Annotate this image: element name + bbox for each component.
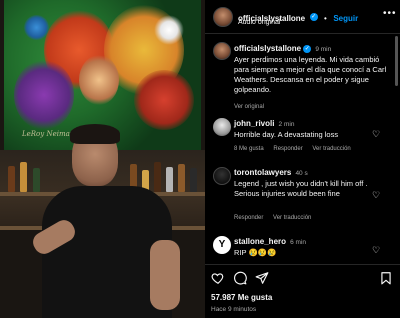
comment-item: torontolawyers 40 s Legend , just wish y… [205, 167, 395, 227]
painting-signature: LeRoy Neiman [22, 130, 75, 138]
verified-badge-icon: ✓ [303, 45, 312, 54]
comment-like-heart-icon[interactable]: ♡ [372, 246, 381, 255]
post-timestamp: Hace 9 minutos [211, 306, 257, 313]
caption-time: 9 min [315, 46, 332, 53]
comment-likes[interactable]: 8 Me gusta [234, 146, 264, 152]
comment-time: 40 s [295, 170, 308, 177]
post-video[interactable]: LeRoy Neiman [0, 0, 205, 318]
comment-time: 6 min [290, 239, 307, 246]
comment-author[interactable]: torontolawyers [234, 168, 291, 177]
reply-button[interactable]: Responder [273, 146, 302, 152]
comments-list[interactable]: officialslystallone ✓ 9 min Ayer perdimo… [205, 36, 400, 259]
comment-time: 2 min [278, 121, 295, 128]
post-panel: officialslystallone ✓ • Seguir Audio ori… [205, 0, 400, 318]
caption-author[interactable]: officialslystallone [234, 44, 301, 53]
comments-scrollbar[interactable] [395, 36, 398, 86]
comment-text: RIP 😢😢😢 [234, 248, 277, 257]
comment-item: john_rivoli 2 min Horrible day. A devast… [205, 118, 395, 158]
caption-text: Ayer perdimos una leyenda. Mi vida cambi… [234, 55, 387, 94]
commenter-avatar[interactable]: Y [213, 236, 231, 254]
caption-item: officialslystallone ✓ 9 min Ayer perdimo… [205, 42, 395, 114]
comment-author[interactable]: john_rivoli [234, 119, 274, 128]
commenter-avatar[interactable] [213, 167, 231, 185]
translate-button[interactable]: Ver traducción [273, 215, 311, 221]
comment-icon[interactable] [233, 271, 247, 285]
see-original-link[interactable]: Ver original [234, 104, 264, 110]
translate-button[interactable]: Ver traducción [312, 146, 350, 152]
audio-label[interactable]: Audio original [238, 19, 280, 26]
verified-badge-icon: ✓ [309, 12, 318, 21]
like-heart-icon[interactable] [211, 271, 225, 285]
reply-button[interactable]: Responder [234, 215, 263, 221]
action-bar [205, 264, 400, 286]
post-header: officialslystallone ✓ • Seguir Audio ori… [205, 0, 400, 34]
more-options-icon[interactable]: ••• [383, 8, 397, 19]
comment-text: Legend , just wish you didn't kill him o… [234, 179, 368, 198]
comment-text: Horrible day. A devastating loss [234, 130, 339, 139]
bookmark-icon[interactable] [379, 271, 393, 285]
like-count[interactable]: 57.987 Me gusta [211, 293, 272, 302]
comment-author[interactable]: stallone_hero [234, 237, 286, 246]
author-avatar[interactable] [213, 7, 233, 27]
comment-like-heart-icon[interactable]: ♡ [372, 191, 381, 200]
comment-item: Y stallone_hero 6 min RIP 😢😢😢 ♡ [205, 236, 395, 259]
follow-button[interactable]: Seguir [333, 14, 358, 23]
send-icon[interactable] [255, 271, 269, 285]
commenter-avatar[interactable] [213, 118, 231, 136]
author-avatar[interactable] [213, 42, 231, 60]
comment-like-heart-icon[interactable]: ♡ [372, 130, 381, 139]
